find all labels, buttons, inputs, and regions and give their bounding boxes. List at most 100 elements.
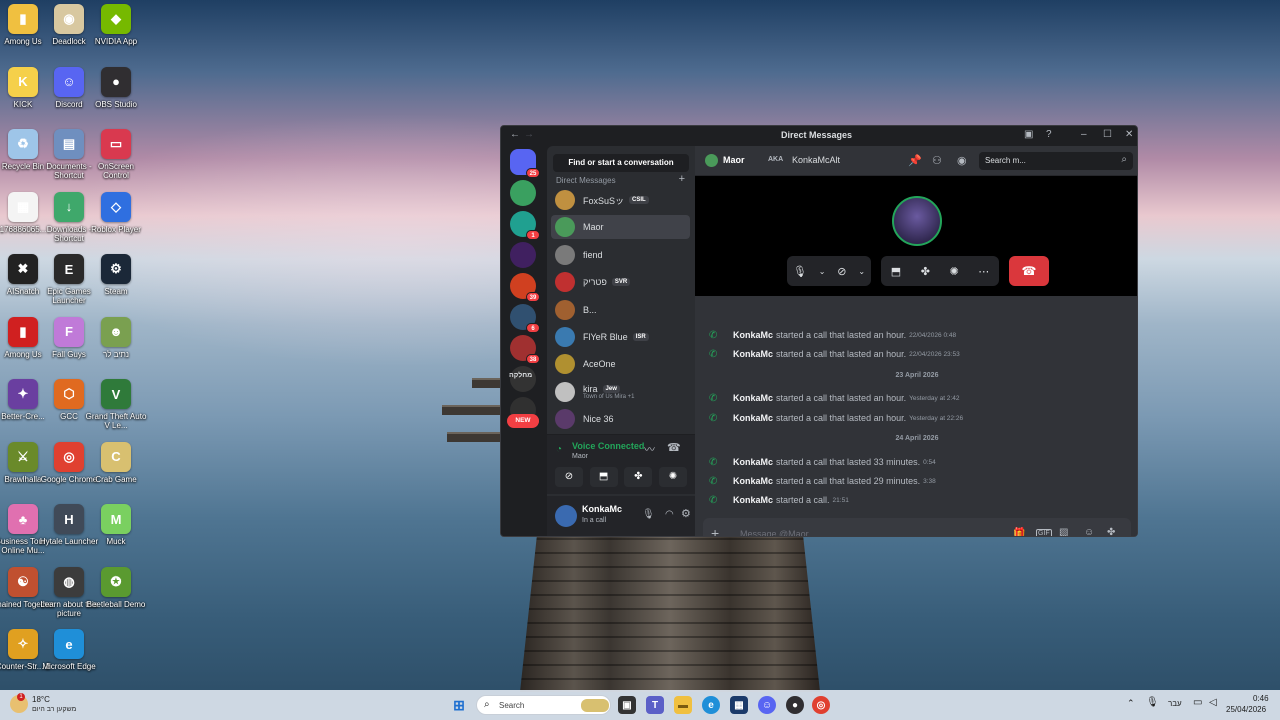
close-icon[interactable]: ✕	[1125, 129, 1133, 140]
sticker-icon[interactable]: ▧	[1059, 527, 1068, 536]
server-icon[interactable]: 1	[510, 211, 540, 240]
inbox-icon[interactable]: ▣	[1024, 129, 1033, 140]
more-icon[interactable]: ⋯	[978, 265, 989, 278]
desktop-icon[interactable]: M Muck	[84, 504, 148, 564]
back-arrow-icon[interactable]: ←	[510, 129, 520, 140]
weather-temp[interactable]: 18°C	[32, 695, 50, 704]
add-friends-icon[interactable]: ⚇	[932, 154, 942, 167]
message-author[interactable]: KonkaMc	[733, 413, 773, 423]
chevron-up-icon[interactable]: ⌃	[1127, 698, 1135, 709]
user-name[interactable]: KonkaMc	[582, 504, 622, 514]
server-icon[interactable]: 25	[510, 149, 540, 178]
pin-icon[interactable]: 📌	[908, 154, 922, 167]
dm-item[interactable]: פטריק SVR	[551, 270, 690, 294]
task-view-icon[interactable]: ▣	[618, 696, 636, 714]
gif-icon[interactable]: GIF	[1036, 529, 1052, 536]
server-text-label[interactable]: מחלקה	[509, 372, 532, 379]
maximize-icon[interactable]: ☐	[1103, 129, 1112, 140]
server-icon[interactable]: 39	[510, 273, 540, 302]
new-badge[interactable]: NEW	[507, 414, 539, 428]
desktop-icon[interactable]: ✪ Beetleball Demo	[84, 566, 148, 627]
emoji-icon[interactable]: ☺	[1084, 527, 1094, 536]
dm-item[interactable]: Nice 36	[551, 407, 690, 431]
dm-item[interactable]: FoxSuSッ CSIL	[551, 188, 690, 212]
message-author[interactable]: KonkaMc	[733, 330, 773, 340]
desktop-icon[interactable]: V Grand Theft Auto V Le...	[84, 379, 148, 439]
activities-icon[interactable]: ✤	[624, 467, 653, 487]
dm-item[interactable]: Maor	[551, 215, 690, 240]
create-dm-icon[interactable]: +	[679, 173, 685, 185]
desktop-icon[interactable]: C Crab Game	[84, 441, 148, 502]
search-icon[interactable]: ⌕	[1121, 154, 1127, 165]
server-icon[interactable]: 38	[510, 335, 540, 364]
call-activities-icon[interactable]: ✤	[921, 265, 930, 278]
mic-tray-icon[interactable]: 🎙	[1146, 697, 1159, 708]
camera-off-icon[interactable]: ⊘	[555, 467, 583, 487]
noise-suppression-icon[interactable]: 〰	[644, 441, 655, 457]
help-icon[interactable]: ?	[1046, 129, 1052, 140]
message-author[interactable]: KonkaMc	[733, 495, 773, 505]
message-author[interactable]: KonkaMc	[733, 476, 773, 486]
message-author[interactable]: KonkaMc	[733, 349, 773, 359]
call-microphone-icon[interactable]: 🎙	[793, 265, 807, 278]
desktop-icon[interactable]: ◆ NVIDIA App	[84, 4, 148, 64]
start-icon[interactable]: ⊞	[450, 696, 468, 714]
language-indicator[interactable]: עבר	[1168, 699, 1182, 708]
clock-time[interactable]: 0:46	[1253, 694, 1269, 703]
call-participant-avatar[interactable]	[892, 196, 942, 246]
chevron-down-icon[interactable]: ⌄	[819, 267, 826, 276]
edge-icon[interactable]: e	[702, 696, 720, 714]
desktop-icon[interactable]: ◇ Roblox Player	[84, 191, 148, 252]
chrome-taskbar-icon[interactable]: ◎	[812, 696, 830, 714]
voice-channel[interactable]: Maor	[572, 453, 588, 460]
desktop-icon[interactable]: ▭ OnScreen Control	[84, 129, 148, 189]
apps-icon[interactable]: ✤	[1107, 527, 1115, 536]
disconnect-icon[interactable]: ☎	[667, 441, 681, 454]
user-avatar[interactable]	[555, 505, 577, 527]
recipient-name[interactable]: Maor	[723, 155, 745, 165]
dm-item[interactable]: fiend	[551, 243, 690, 267]
find-conversation-button[interactable]: Find or start a conversation	[553, 154, 689, 172]
forward-arrow-icon[interactable]: →	[524, 129, 534, 140]
server-icon[interactable]	[510, 242, 536, 268]
add-attachment-icon[interactable]: +	[711, 525, 719, 536]
weather-desc[interactable]: משקען רב היום	[32, 706, 76, 713]
microphone-icon[interactable]: 🎙	[642, 509, 655, 520]
desktop-icon[interactable]: ⚙ Steam	[84, 254, 148, 314]
call-camera-icon[interactable]: ⊘	[837, 265, 846, 278]
headphones-icon[interactable]: ◠	[665, 509, 674, 520]
message-author[interactable]: KonkaMc	[733, 393, 773, 403]
obs-taskbar-icon[interactable]: ●	[786, 696, 804, 714]
discord-taskbar-icon[interactable]: ☺	[758, 696, 776, 714]
message-author[interactable]: KonkaMc	[733, 457, 773, 467]
leave-call-button[interactable]: ☎	[1009, 256, 1049, 286]
call-screen-share-icon[interactable]: ⬒	[891, 265, 901, 278]
file-explorer-icon[interactable]: ▬	[674, 696, 692, 714]
volume-icon[interactable]: ◁	[1209, 697, 1217, 708]
profile-icon[interactable]: ◉	[957, 154, 967, 167]
server-icon[interactable]: 6	[510, 304, 540, 333]
teams-icon[interactable]: T	[646, 696, 664, 714]
dm-item[interactable]: FlYeR Blue ISR	[551, 325, 690, 349]
desktop-icon[interactable]: ☻ נתיב לר	[84, 316, 148, 377]
dm-item[interactable]: B...	[551, 298, 690, 322]
taskbar-search[interactable]: ⌕ Search	[476, 695, 611, 715]
dm-item[interactable]: kira Jew Town of Us Mira +1	[551, 380, 690, 404]
store-icon[interactable]: ▦	[730, 696, 748, 714]
message-composer[interactable]: + Message @Maor 🎁 GIF ▧ ☺ ✤	[703, 518, 1131, 536]
gift-icon[interactable]: 🎁	[1013, 528, 1025, 536]
settings-icon[interactable]: ⚙	[681, 507, 691, 520]
screen-share-icon[interactable]: ⬒	[589, 467, 618, 487]
dm-item[interactable]: AceOne	[551, 352, 690, 376]
search-box[interactable]: Search m... ⌕	[979, 152, 1133, 170]
clock-date[interactable]: 25/04/2026	[1226, 705, 1266, 714]
call-soundboard-icon[interactable]: ✺	[949, 265, 958, 278]
desktop-icon[interactable]: ● OBS Studio	[84, 66, 148, 127]
network-icon[interactable]: ▭	[1193, 697, 1202, 708]
chevron-down-icon[interactable]: ⌄	[858, 267, 865, 276]
voice-status[interactable]: Voice Connected	[572, 441, 644, 451]
minimize-icon[interactable]: –	[1081, 129, 1087, 140]
server-icon[interactable]	[510, 180, 536, 206]
soundboard-icon[interactable]: ✺	[658, 467, 687, 487]
desktop-icon[interactable]: e Microsoft Edge	[37, 629, 101, 689]
